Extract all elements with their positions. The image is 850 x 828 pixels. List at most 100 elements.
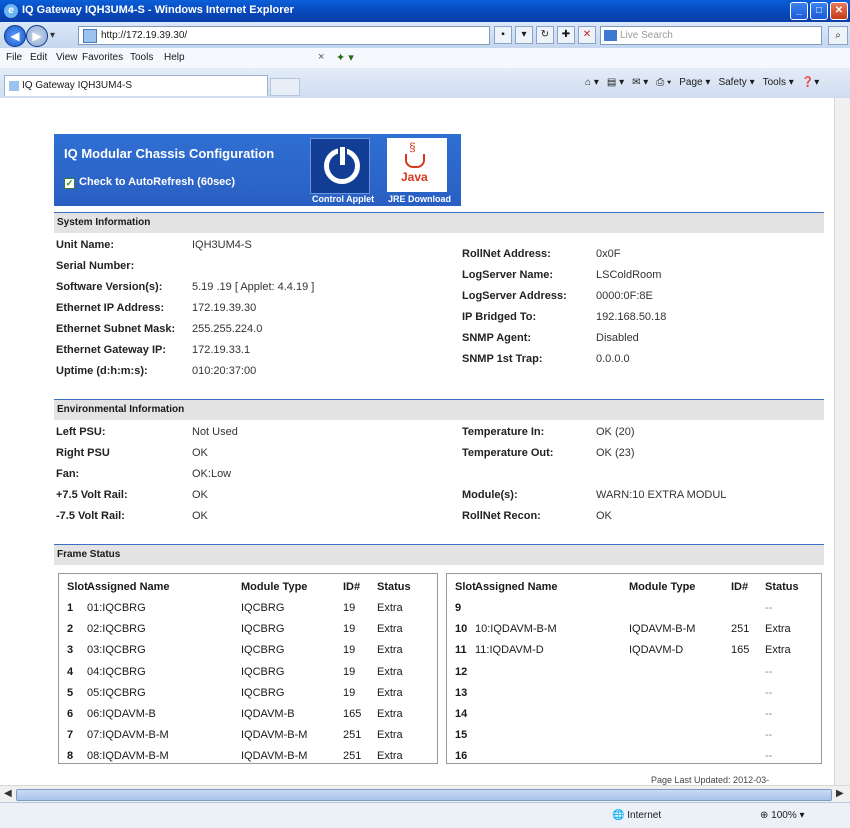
search-button[interactable]: ⌕ [828, 26, 848, 45]
back-button[interactable]: ◀ [4, 25, 26, 47]
frame-cell: 10:IQDAVM-B-M [475, 623, 557, 636]
menu-help[interactable]: Help [164, 52, 185, 63]
close-button[interactable]: ✕ [830, 2, 848, 20]
tab-page-icon [9, 81, 19, 91]
frame-header: Slot [455, 581, 476, 593]
frame-cell: Extra [765, 644, 791, 657]
tab-bar: IQ Gateway IQH3UM4-S ⌂ ▾ ▤ ▾ ✉ ▾ ⎙ ▾ Pag… [0, 68, 850, 99]
frame-cell: IQDAVM-B-M [629, 623, 696, 636]
tools-menu-label: Tools [762, 77, 786, 88]
tab-gateway[interactable]: IQ Gateway IQH3UM4-S [4, 75, 268, 96]
env-label: Left PSU: [56, 426, 106, 438]
rss-icon[interactable]: ✚ [557, 26, 575, 44]
frame-cell: 02:IQCBRG [87, 623, 146, 636]
add-favorites-icon[interactable]: ✦ ▾ [336, 51, 354, 64]
stop-icon[interactable]: ✕ [578, 26, 596, 44]
environment-header: Environmental Information [54, 399, 824, 420]
page-viewport: IQ Modular Chassis Configuration ✓ Check … [0, 98, 834, 785]
frame-cell: IQCBRG [241, 623, 285, 636]
frame-cell: Extra [377, 644, 403, 657]
frame-cell: 5 [67, 686, 74, 699]
frame-cell: Extra [377, 665, 403, 678]
control-applet-icon[interactable] [310, 138, 370, 194]
frame-cell: 9 [455, 602, 462, 614]
scroll-left-icon[interactable]: ◀ [4, 788, 12, 799]
frame-cell: 11:IQDAVM-D [475, 644, 544, 657]
frame-cell: 8 [67, 750, 74, 763]
address-field[interactable]: http://172.19.39.30/ [78, 26, 490, 45]
frame-cell: 19 [343, 644, 356, 657]
status-bar: 🌐 Internet ⊕ 100% ▾ [0, 802, 850, 828]
safety-menu[interactable]: Safety ▾ [718, 77, 754, 88]
frame-cell: IQDAVM-D [629, 644, 684, 657]
address-tools: ▪ ▾ ↻ ✚ ✕ [494, 26, 596, 44]
horizontal-scrollbar[interactable]: ◀ ▶ [0, 785, 850, 803]
sys-value: 172.19.39.30 [192, 302, 257, 314]
close-toolbar-icon[interactable]: × [318, 51, 324, 63]
frame-header: Status [377, 581, 411, 593]
sys-value: 255.255.224.0 [192, 323, 263, 335]
java-icon[interactable]: § Java [387, 138, 447, 192]
jre-download-link[interactable]: JRE Download [388, 194, 451, 204]
sys-label: Ethernet Gateway IP: [56, 344, 167, 356]
home-icon[interactable]: ⌂ ▾ [585, 77, 599, 88]
go-dropdown-icon[interactable]: ▾ [515, 26, 533, 44]
control-applet-link[interactable]: Control Applet [312, 194, 374, 204]
scroll-thumb[interactable] [16, 789, 832, 801]
window-controls: _ □ ✕ [790, 2, 848, 20]
new-tab-button[interactable] [270, 78, 300, 96]
sys-label: LogServer Name: [462, 269, 554, 281]
live-search-icon [604, 30, 617, 41]
menu-view[interactable]: View [56, 52, 78, 63]
env-label: Temperature Out: [462, 447, 554, 459]
checkbox-checked-icon[interactable]: ✓ [64, 178, 75, 189]
zoom-control[interactable]: ⊕ 100% ▾ [760, 810, 805, 821]
sys-value: 5.19 .19 [ Applet: 4.4.19 ] [192, 281, 315, 293]
help-icon[interactable]: ❓▾ [802, 77, 819, 88]
minimize-button[interactable]: _ [790, 2, 808, 20]
frame-cell: 7 [67, 729, 74, 742]
sys-value: IQH3UM4-S [192, 239, 252, 251]
frame-cell: 6 [67, 708, 74, 720]
system-info-header: System Information [54, 212, 824, 233]
print-icon[interactable]: ⎙ ▾ [656, 77, 671, 88]
forward-button[interactable]: ▶ [26, 25, 48, 47]
menu-file[interactable]: File [6, 52, 22, 63]
frame-cell: 19 [343, 602, 356, 614]
command-bar: ⌂ ▾ ▤ ▾ ✉ ▾ ⎙ ▾ Page ▾ Safety ▾ Tools ▾ … [585, 77, 819, 88]
vertical-scrollbar[interactable] [834, 98, 850, 785]
frame-cell: 10 [455, 623, 468, 636]
refresh-icon[interactable]: ↻ [536, 26, 554, 44]
sys-value: 0x0F [596, 248, 621, 260]
scroll-right-icon[interactable]: ▶ [836, 788, 844, 799]
window-titlebar: e IQ Gateway IQH3UM4-S - Windows Interne… [0, 0, 850, 22]
sys-label: Unit Name: [56, 239, 115, 251]
history-dropdown-icon[interactable]: ▾ [50, 30, 55, 41]
maximize-button[interactable]: □ [810, 2, 828, 20]
tools-menu[interactable]: Tools ▾ [763, 77, 794, 88]
menu-favorites[interactable]: Favorites [82, 52, 123, 63]
search-input[interactable]: Live Search [600, 26, 822, 45]
menu-tools[interactable]: Tools [130, 52, 153, 63]
config-header: IQ Modular Chassis Configuration ✓ Check … [54, 134, 461, 206]
compatibility-icon[interactable]: ▪ [494, 26, 512, 44]
sys-label: SNMP 1st Trap: [462, 353, 543, 365]
frame-cell: 08:IQDAVM-B-M [87, 750, 169, 763]
frame-header: Slot [67, 581, 88, 593]
frame-cell: 16 [455, 750, 468, 763]
sys-value: 0.0.0.0 [596, 353, 630, 365]
frame-header: Module Type [241, 581, 308, 593]
feeds-icon[interactable]: ▤ ▾ [607, 77, 624, 88]
frame-cell: 04:IQCBRG [87, 665, 146, 678]
frame-header: Assigned Name [475, 581, 558, 593]
tab-label: IQ Gateway IQH3UM4-S [22, 80, 133, 91]
frame-cell: 11 [455, 644, 467, 657]
internet-zone: 🌐 Internet [612, 810, 662, 821]
page-menu[interactable]: Page ▾ [679, 77, 710, 88]
frame-status-header: Frame Status [54, 544, 824, 565]
sys-value: 172.19.33.1 [192, 344, 251, 356]
mail-icon[interactable]: ✉ ▾ [632, 77, 648, 88]
menu-edit[interactable]: Edit [30, 52, 47, 63]
autorefresh-checkbox[interactable]: ✓ Check to AutoRefresh (60sec) [64, 176, 235, 189]
env-label: RollNet Recon: [462, 510, 541, 522]
